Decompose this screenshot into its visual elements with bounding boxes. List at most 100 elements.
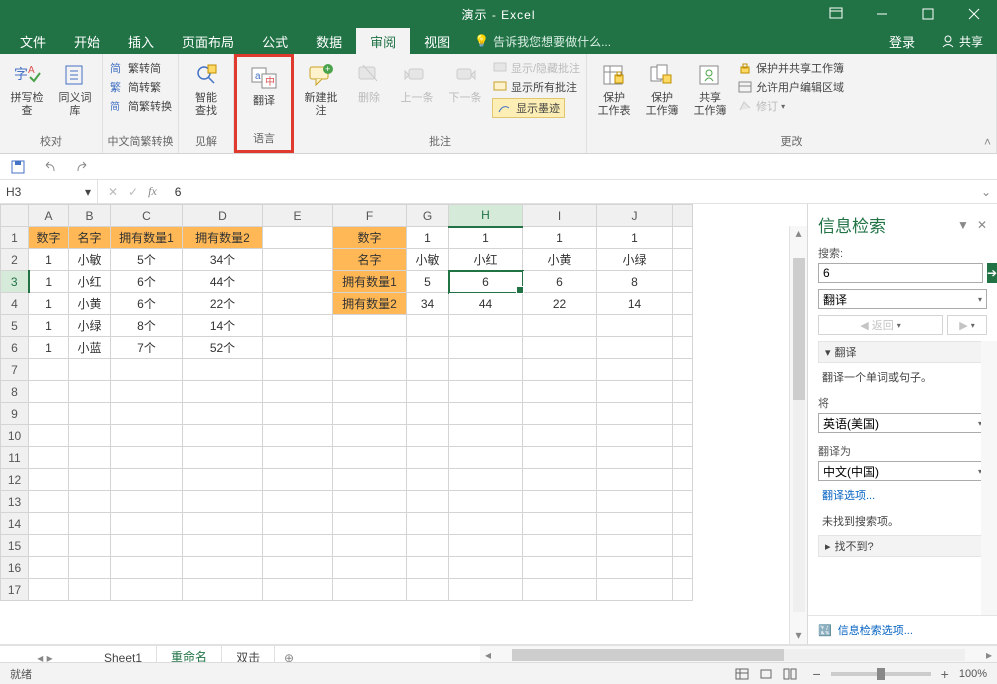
cell[interactable]	[263, 469, 333, 491]
translate-section-header[interactable]: ▾翻译	[818, 341, 987, 363]
zoom-slider[interactable]	[831, 672, 931, 676]
research-forward-button[interactable]: ▶▾	[947, 315, 987, 335]
cell[interactable]	[523, 513, 597, 535]
translate-from-select[interactable]: 英语(美国)▾	[818, 413, 987, 433]
tab-review[interactable]: 审阅	[356, 28, 410, 54]
cell[interactable]: 6	[523, 271, 597, 293]
cell[interactable]: 1	[29, 315, 69, 337]
cell[interactable]	[263, 425, 333, 447]
show-hide-comment-button[interactable]: 显示/隐藏批注	[492, 60, 580, 76]
tab-file[interactable]: 文件	[6, 28, 60, 54]
cell[interactable]	[449, 359, 523, 381]
cell[interactable]	[111, 359, 183, 381]
cell[interactable]	[29, 535, 69, 557]
row-header[interactable]: 8	[1, 381, 29, 403]
cell[interactable]	[523, 535, 597, 557]
row-header[interactable]: 17	[1, 579, 29, 601]
protect-workbook-button[interactable]: 保护 工作簿	[639, 57, 685, 122]
cell[interactable]	[407, 579, 449, 601]
prev-comment-button[interactable]: 上一条	[394, 57, 440, 109]
page-layout-view-button[interactable]	[754, 665, 778, 683]
cell[interactable]	[111, 513, 183, 535]
cell[interactable]	[449, 403, 523, 425]
trad-to-simp-button[interactable]: 简繁转简	[109, 60, 172, 76]
cell[interactable]	[407, 381, 449, 403]
undo-button[interactable]	[40, 157, 60, 177]
cell[interactable]	[263, 271, 333, 293]
cell[interactable]	[597, 315, 673, 337]
cell[interactable]: 拥有数量2	[333, 293, 407, 315]
show-all-comments-button[interactable]: 显示所有批注	[492, 79, 580, 95]
cell[interactable]: 1	[29, 293, 69, 315]
cell[interactable]	[449, 557, 523, 579]
column-header[interactable]: C	[111, 205, 183, 227]
cell[interactable]: 1	[29, 337, 69, 359]
cell[interactable]	[111, 579, 183, 601]
tell-me[interactable]: 💡 告诉我您想要做什么...	[464, 28, 611, 54]
cell[interactable]	[111, 557, 183, 579]
cell[interactable]	[449, 513, 523, 535]
formula-input[interactable]: 6	[167, 185, 190, 199]
cell[interactable]	[263, 557, 333, 579]
new-comment-button[interactable]: + 新建批注	[298, 57, 344, 122]
row-header[interactable]: 14	[1, 513, 29, 535]
column-header[interactable]: A	[29, 205, 69, 227]
cell[interactable]: 名字	[69, 227, 111, 249]
cell[interactable]	[449, 337, 523, 359]
research-search-input[interactable]	[818, 263, 983, 283]
cell[interactable]	[407, 359, 449, 381]
show-ink-button[interactable]: 显示墨迹	[492, 98, 580, 118]
cell[interactable]	[333, 359, 407, 381]
tab-home[interactable]: 开始	[60, 28, 114, 54]
cell[interactable]	[29, 513, 69, 535]
cell[interactable]	[597, 381, 673, 403]
cell[interactable]	[407, 557, 449, 579]
cell[interactable]: 8个	[111, 315, 183, 337]
spelling-button[interactable]: 字A 拼写检查	[4, 57, 50, 122]
redo-button[interactable]	[72, 157, 92, 177]
cell[interactable]: 数字	[333, 227, 407, 249]
row-header[interactable]: 3	[1, 271, 29, 293]
close-button[interactable]	[951, 0, 997, 28]
cell[interactable]: 拥有数量1	[333, 271, 407, 293]
cell[interactable]: 5个	[111, 249, 183, 271]
research-go-button[interactable]: ➔	[987, 263, 997, 283]
tab-data[interactable]: 数据	[302, 28, 356, 54]
namebox-dropdown-icon[interactable]: ▾	[85, 185, 91, 199]
cell[interactable]	[407, 447, 449, 469]
cell[interactable]	[597, 557, 673, 579]
column-header[interactable]: J	[597, 205, 673, 227]
translate-options-link[interactable]: 翻译选项...	[808, 487, 997, 511]
cell[interactable]	[111, 381, 183, 403]
cell[interactable]	[29, 557, 69, 579]
cell[interactable]	[523, 403, 597, 425]
column-header[interactable]: H	[449, 205, 523, 227]
cell[interactable]: 8	[597, 271, 673, 293]
cell[interactable]	[263, 337, 333, 359]
cell[interactable]	[263, 249, 333, 271]
cell[interactable]	[449, 469, 523, 491]
row-header[interactable]: 12	[1, 469, 29, 491]
cell[interactable]	[69, 579, 111, 601]
cell[interactable]	[263, 447, 333, 469]
zoom-out-button[interactable]: −	[812, 666, 820, 682]
cell[interactable]	[263, 227, 333, 249]
cell[interactable]	[29, 469, 69, 491]
cell[interactable]	[333, 535, 407, 557]
zoom-in-button[interactable]: +	[941, 666, 949, 682]
collapse-ribbon-icon[interactable]: ˄	[984, 135, 991, 149]
cell[interactable]	[111, 491, 183, 513]
minimize-button[interactable]	[859, 0, 905, 28]
cell[interactable]	[69, 381, 111, 403]
cell[interactable]	[407, 535, 449, 557]
cell[interactable]: 1	[407, 227, 449, 249]
fx-icon[interactable]: fx	[148, 184, 157, 199]
cell[interactable]	[523, 337, 597, 359]
cell[interactable]: 22个	[183, 293, 263, 315]
cell[interactable]	[111, 447, 183, 469]
pane-menu-icon[interactable]: ▼	[957, 218, 969, 232]
column-header[interactable]: G	[407, 205, 449, 227]
cell[interactable]	[523, 315, 597, 337]
cell[interactable]	[407, 315, 449, 337]
cell[interactable]	[111, 403, 183, 425]
